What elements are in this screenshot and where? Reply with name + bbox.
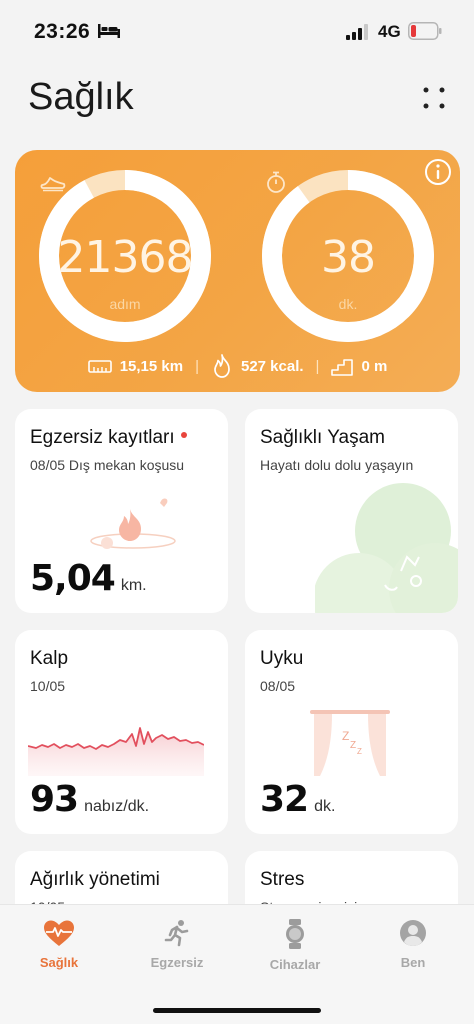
notification-dot	[180, 431, 187, 438]
exercise-illustration	[90, 498, 176, 549]
sleep-value: 32 dk.	[260, 779, 335, 820]
page-title: Sağlık	[28, 76, 134, 118]
exercise-records-subtitle: 08/05 Dış mekan koşusu	[30, 457, 185, 473]
battery-icon	[408, 22, 442, 40]
distance-value: 15,15 km	[119, 357, 184, 375]
ruler-icon	[87, 360, 112, 373]
heart-rate-title: Kalp	[30, 648, 69, 669]
calories-value: 527 kcal.	[240, 357, 304, 375]
heart-rate-number: 93	[30, 779, 79, 820]
clover-illustration	[315, 483, 458, 613]
stopwatch-icon	[267, 171, 285, 193]
heart-rate-value: 93 nabız/dk.	[30, 779, 149, 820]
tab-health[interactable]: Sağlık	[0, 919, 118, 970]
sleep-title: Uyku	[260, 648, 304, 669]
distance-stat: 15,15 km	[87, 357, 184, 375]
sleep-unit: dk.	[314, 798, 336, 815]
stress-title: Stres	[260, 869, 305, 890]
tab-me[interactable]: Ben	[354, 919, 472, 970]
svg-text:Z: Z	[350, 740, 356, 751]
exercise-records-title: Egzersiz kayıtları	[30, 427, 187, 449]
elevation-stat: 0 m	[331, 356, 387, 376]
hero-stats-row: 15,15 km | 527 kcal. | 0 m	[15, 354, 460, 378]
flame-icon	[214, 354, 230, 378]
healthy-living-card[interactable]: Sağlıklı Yaşam Hayatı dolu dolu yaşayın	[245, 409, 458, 613]
running-icon	[164, 920, 189, 947]
sleep-card[interactable]: Uyku 08/05 Z Z Z 32 dk.	[245, 630, 458, 834]
active-time-value: 38	[321, 232, 376, 283]
healthy-living-title: Sağlıklı Yaşam	[260, 427, 385, 448]
watch-icon	[286, 919, 304, 949]
activity-summary-card[interactable]: 21368 adım 38 dk. 15,15 km | 527 kcal. |…	[15, 150, 460, 392]
heart-rate-card[interactable]: Kalp 10/05 93 nabız/dk.	[15, 630, 228, 834]
bed-icon	[98, 24, 120, 38]
tab-exercise-label: Egzersiz	[150, 955, 204, 970]
curtain-illustration: Z Z Z	[310, 710, 390, 776]
heart-rate-unit: nabız/dk.	[84, 798, 150, 815]
separator: |	[315, 357, 320, 375]
separator: |	[195, 357, 199, 375]
status-bar: 23:26 4G	[0, 0, 474, 62]
home-indicator[interactable]	[153, 1008, 321, 1013]
exercise-records-value: 5,04 km.	[30, 558, 147, 599]
sleep-number: 32	[260, 779, 309, 820]
stairs-icon	[331, 359, 354, 376]
svg-text:Z: Z	[357, 747, 362, 756]
heart-pulse-icon	[44, 920, 74, 946]
active-time-ring[interactable]: 38 dk.	[262, 170, 434, 342]
signal-icon	[346, 24, 368, 40]
exercise-records-title-text: Egzersiz kayıtları	[30, 427, 175, 448]
calories-stat: 527 kcal.	[211, 354, 304, 378]
exercise-distance-number: 5,04	[30, 558, 116, 599]
more-menu-button[interactable]	[420, 84, 448, 112]
user-avatar-icon	[400, 920, 426, 946]
exercise-distance-unit: km.	[120, 577, 147, 594]
steps-ring[interactable]: 21368 adım	[39, 170, 211, 342]
sleep-date: 08/05	[260, 678, 296, 694]
tab-health-label: Sağlık	[39, 955, 79, 970]
network-label: 4G	[378, 22, 401, 41]
heart-rate-date: 10/05	[30, 678, 66, 694]
exercise-records-card[interactable]: Egzersiz kayıtları 08/05 Dış mekan koşus…	[15, 409, 228, 613]
active-time-unit: dk.	[338, 296, 358, 312]
svg-text:Z: Z	[342, 729, 349, 743]
status-time: 23:26	[34, 20, 91, 43]
shoe-icon	[40, 177, 66, 192]
elevation-value: 0 m	[361, 357, 388, 375]
tab-exercise[interactable]: Egzersiz	[118, 919, 236, 970]
tab-devices-label: Cihazlar	[269, 957, 321, 972]
bottom-tab-bar: Sağlık Egzersiz Cihazlar Ben	[0, 904, 474, 1024]
healthy-living-subtitle: Hayatı dolu dolu yaşayın	[260, 457, 414, 473]
steps-value: 21368	[57, 232, 194, 283]
tab-me-label: Ben	[400, 955, 426, 970]
heart-rate-sparkline	[28, 727, 204, 776]
tab-devices[interactable]: Cihazlar	[236, 919, 354, 972]
weight-management-title: Ağırlık yönetimi	[30, 869, 160, 890]
steps-unit: adım	[109, 296, 141, 312]
